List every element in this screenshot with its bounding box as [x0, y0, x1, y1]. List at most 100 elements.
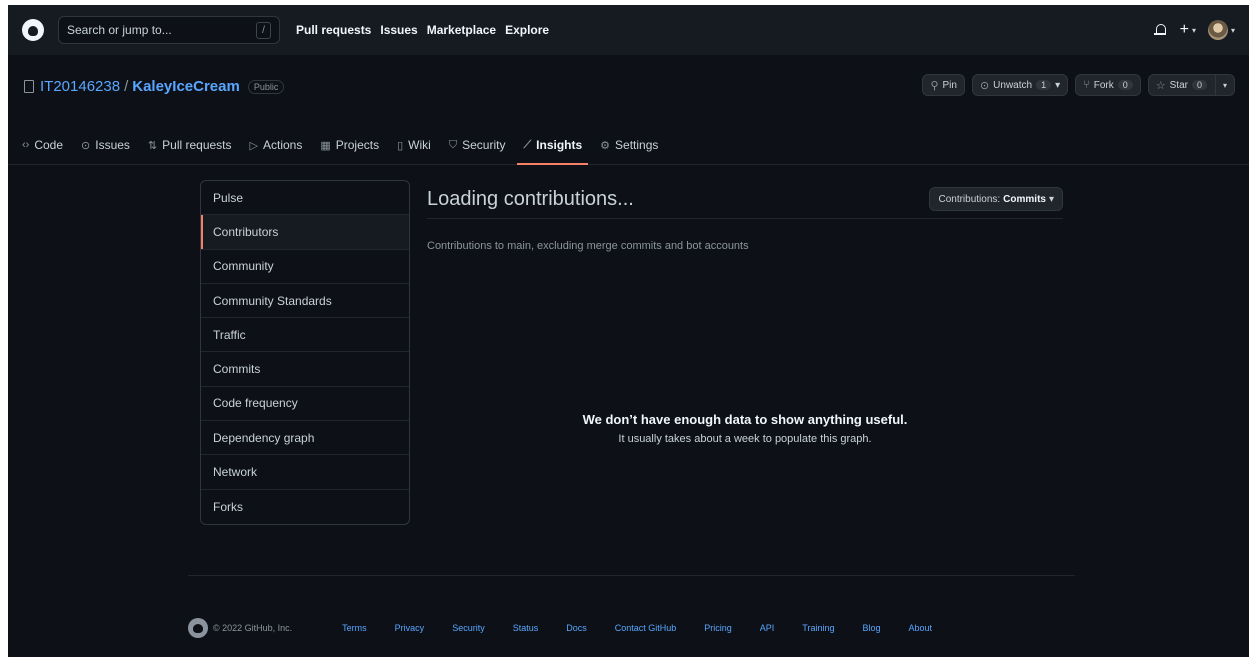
dropdown-caret-icon: ▾ — [1048, 193, 1054, 205]
sidebar-item-forks[interactable]: Forks — [201, 490, 409, 524]
unwatch-caret-icon: ▾ — [1055, 79, 1061, 91]
sidebar-item-community[interactable]: Community — [201, 250, 409, 284]
footer-link-terms[interactable]: Terms — [342, 623, 367, 633]
user-avatar[interactable] — [1207, 20, 1228, 40]
top-header: Search or jump to... / Pull requests Iss… — [8, 5, 1249, 55]
repo-tabs: ‹› Code ⊙ Issues ⇅ Pull requests ▷ Actions ▦… — [20, 125, 660, 165]
fork-icon: ⑂ — [1083, 79, 1090, 91]
tab-issues[interactable]: ⊙ Issues — [79, 125, 132, 165]
empty-state: We don’t have enough data to show anythi… — [427, 412, 1063, 445]
pull-request-icon: ⇅ — [147, 139, 158, 152]
repo-breadcrumb: IT20146238 / KaleyIceCream Public — [24, 78, 285, 95]
sidebar-item-commits[interactable]: Commits — [201, 352, 409, 387]
pin-button[interactable]: ⚲ Pin — [922, 74, 965, 96]
header-actions: + ▾ ▾ — [1153, 20, 1235, 40]
search-input[interactable]: Search or jump to... / — [58, 16, 280, 44]
nav-marketplace[interactable]: Marketplace — [427, 23, 496, 37]
dropdown-prefix: Contributions: — [938, 193, 1001, 205]
tab-label: Issues — [95, 138, 130, 152]
tab-label: Insights — [536, 138, 583, 152]
github-window: Search or jump to... / Pull requests Iss… — [8, 5, 1249, 657]
global-nav: Pull requests Issues Marketplace Explore — [296, 23, 549, 37]
tab-label: Code — [34, 138, 64, 152]
tab-code[interactable]: ‹› Code — [20, 125, 65, 165]
tab-label: Settings — [615, 138, 659, 152]
graph-icon: ⟋ — [523, 138, 532, 151]
sidebar-item-pulse[interactable]: Pulse — [201, 181, 409, 216]
pin-label: Pin — [942, 79, 957, 91]
issue-icon: ⊙ — [81, 139, 91, 152]
page-title: Loading contributions... — [427, 187, 634, 210]
tab-label: Projects — [335, 138, 380, 152]
repo-name-link[interactable]: KaleyIceCream — [132, 78, 240, 95]
play-icon: ▷ — [249, 139, 258, 152]
copyright: © 2022 GitHub, Inc. — [213, 623, 293, 633]
tab-insights[interactable]: ⟋ Insights — [517, 125, 588, 165]
repository-header: IT20146238 / KaleyIceCream Public ⚲ Pin … — [8, 55, 1249, 165]
user-menu-caret-icon[interactable]: ▾ — [1231, 26, 1235, 35]
search-shortcut-key: / — [256, 21, 271, 39]
tab-settings[interactable]: ⚙ Settings — [598, 125, 660, 165]
sidebar-item-code-frequency[interactable]: Code frequency — [201, 387, 409, 422]
footer-link-api[interactable]: API — [760, 623, 775, 633]
tab-actions[interactable]: ▷ Actions — [248, 125, 305, 165]
nav-pull-requests[interactable]: Pull requests — [296, 23, 371, 37]
footer-row: © 2022 GitHub, Inc. Terms Privacy Securi… — [188, 618, 1075, 638]
stars-count: 0 — [1191, 80, 1207, 90]
nav-explore[interactable]: Explore — [505, 23, 549, 37]
sidebar-item-network[interactable]: Network — [201, 455, 409, 490]
repo-separator: / — [124, 78, 129, 95]
repo-owner-link[interactable]: IT20146238 — [40, 78, 120, 95]
contributions-description: Contributions to main, excluding merge c… — [427, 240, 749, 252]
footer-link-status[interactable]: Status — [513, 623, 539, 633]
pin-icon: ⚲ — [930, 79, 939, 92]
eye-icon: ⊙ — [979, 79, 990, 92]
footer-link-training[interactable]: Training — [802, 623, 834, 633]
github-footer-logo-icon[interactable] — [188, 618, 208, 638]
star-button[interactable]: ☆ Star 0 ▾ — [1147, 74, 1235, 96]
create-new-plus-icon[interactable]: + — [1180, 22, 1189, 38]
star-icon: ☆ — [1155, 79, 1166, 92]
sidebar-item-community-standards[interactable]: Community Standards — [201, 284, 409, 319]
table-icon: ▦ — [320, 139, 331, 152]
footer-link-about[interactable]: About — [909, 623, 933, 633]
github-logo-icon[interactable] — [22, 19, 44, 41]
star-label: Star — [1169, 79, 1188, 91]
site-footer: © 2022 GitHub, Inc. Terms Privacy Securi… — [188, 575, 1075, 638]
insights-sidebar: Pulse Contributors Community Community S… — [200, 180, 410, 525]
notifications-bell-icon[interactable] — [1153, 23, 1168, 37]
sidebar-item-dependency-graph[interactable]: Dependency graph — [201, 421, 409, 456]
create-new-caret-icon[interactable]: ▾ — [1192, 26, 1196, 35]
footer-link-pricing[interactable]: Pricing — [704, 623, 732, 633]
fork-button[interactable]: ⑂ Fork 0 — [1075, 74, 1141, 96]
footer-link-contact[interactable]: Contact GitHub — [615, 623, 677, 633]
footer-link-docs[interactable]: Docs — [566, 623, 587, 633]
unwatch-label: Unwatch — [993, 79, 1033, 91]
unwatch-button[interactable]: ⊙ Unwatch 1 ▾ — [971, 74, 1069, 96]
watchers-count: 1 — [1036, 80, 1052, 90]
empty-state-text: It usually takes about a week to populat… — [618, 433, 872, 445]
nav-issues[interactable]: Issues — [380, 23, 417, 37]
panel-header: Loading contributions... Contributions: … — [427, 180, 1063, 219]
contributors-panel: Loading contributions... Contributions: … — [427, 180, 1063, 445]
forks-count: 0 — [1117, 80, 1133, 90]
tab-wiki[interactable]: ▯ Wiki — [395, 125, 433, 165]
tab-label: Pull requests — [162, 138, 232, 152]
gear-icon: ⚙ — [600, 139, 611, 152]
tab-projects[interactable]: ▦ Projects — [318, 125, 381, 165]
sidebar-item-traffic[interactable]: Traffic — [201, 318, 409, 353]
tab-pull-requests[interactable]: ⇅ Pull requests — [146, 125, 234, 165]
tab-label: Security — [462, 138, 506, 152]
contributions-type-dropdown[interactable]: Contributions: Commits ▾ — [929, 187, 1063, 211]
shield-icon: ⛉ — [448, 138, 458, 151]
footer-link-blog[interactable]: Blog — [862, 623, 880, 633]
star-list-caret-icon[interactable]: ▾ — [1214, 75, 1234, 95]
footer-link-security[interactable]: Security — [452, 623, 485, 633]
sidebar-item-contributors[interactable]: Contributors — [201, 215, 409, 250]
search-placeholder: Search or jump to... — [67, 23, 172, 37]
footer-link-privacy[interactable]: Privacy — [395, 623, 425, 633]
empty-state-title: We don’t have enough data to show anythi… — [582, 412, 908, 427]
tab-label: Wiki — [408, 138, 431, 152]
dropdown-value: Commits — [1003, 193, 1046, 205]
tab-security[interactable]: ⛉ Security — [447, 125, 508, 165]
